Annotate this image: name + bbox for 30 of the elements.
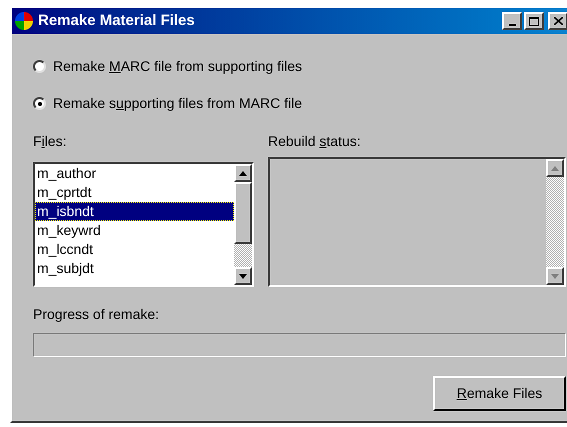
radio-option[interactable]: Remake supporting files from MARC file [33, 93, 566, 114]
up-arrow-icon [551, 166, 559, 170]
file-item[interactable]: m_subjdt [35, 259, 234, 278]
radio-button[interactable] [33, 97, 46, 110]
file-item[interactable]: m_lccndt [35, 240, 234, 259]
down-arrow-icon [551, 274, 559, 278]
close-button[interactable] [548, 12, 567, 30]
scroll-down-button[interactable] [234, 267, 252, 285]
scroll-thumb[interactable] [234, 182, 252, 244]
files-list[interactable]: m_author m_cprtdt m_isbndt m_keywrd m_lccndt m_subjdt [33, 162, 254, 287]
maximize-icon [529, 16, 539, 26]
progress-label: Progress of remake: [33, 305, 160, 324]
file-item[interactable]: m_keywrd [35, 221, 234, 240]
file-item[interactable]: m_isbndt [35, 202, 234, 221]
radio-button[interactable] [33, 60, 46, 73]
close-icon [554, 17, 562, 25]
rebuild-status-label: Rebuild status: [268, 132, 362, 151]
radio-option[interactable]: Remake MARC file from supporting files [33, 56, 566, 77]
remake-files-button[interactable]: Remake Files [433, 376, 566, 411]
scroll-up-button[interactable] [234, 164, 252, 182]
file-item[interactable]: m_author [35, 164, 234, 183]
color-wheel-icon [14, 11, 34, 31]
file-item[interactable]: m_cprtdt [35, 183, 234, 202]
window-title: Remake Material Files [38, 10, 196, 31]
up-arrow-icon [239, 170, 247, 176]
maximize-button[interactable] [524, 12, 544, 30]
minimize-button[interactable] [502, 12, 522, 30]
down-arrow-icon [239, 274, 247, 278]
files-label: Files: [33, 132, 68, 151]
minimize-icon [508, 24, 516, 26]
